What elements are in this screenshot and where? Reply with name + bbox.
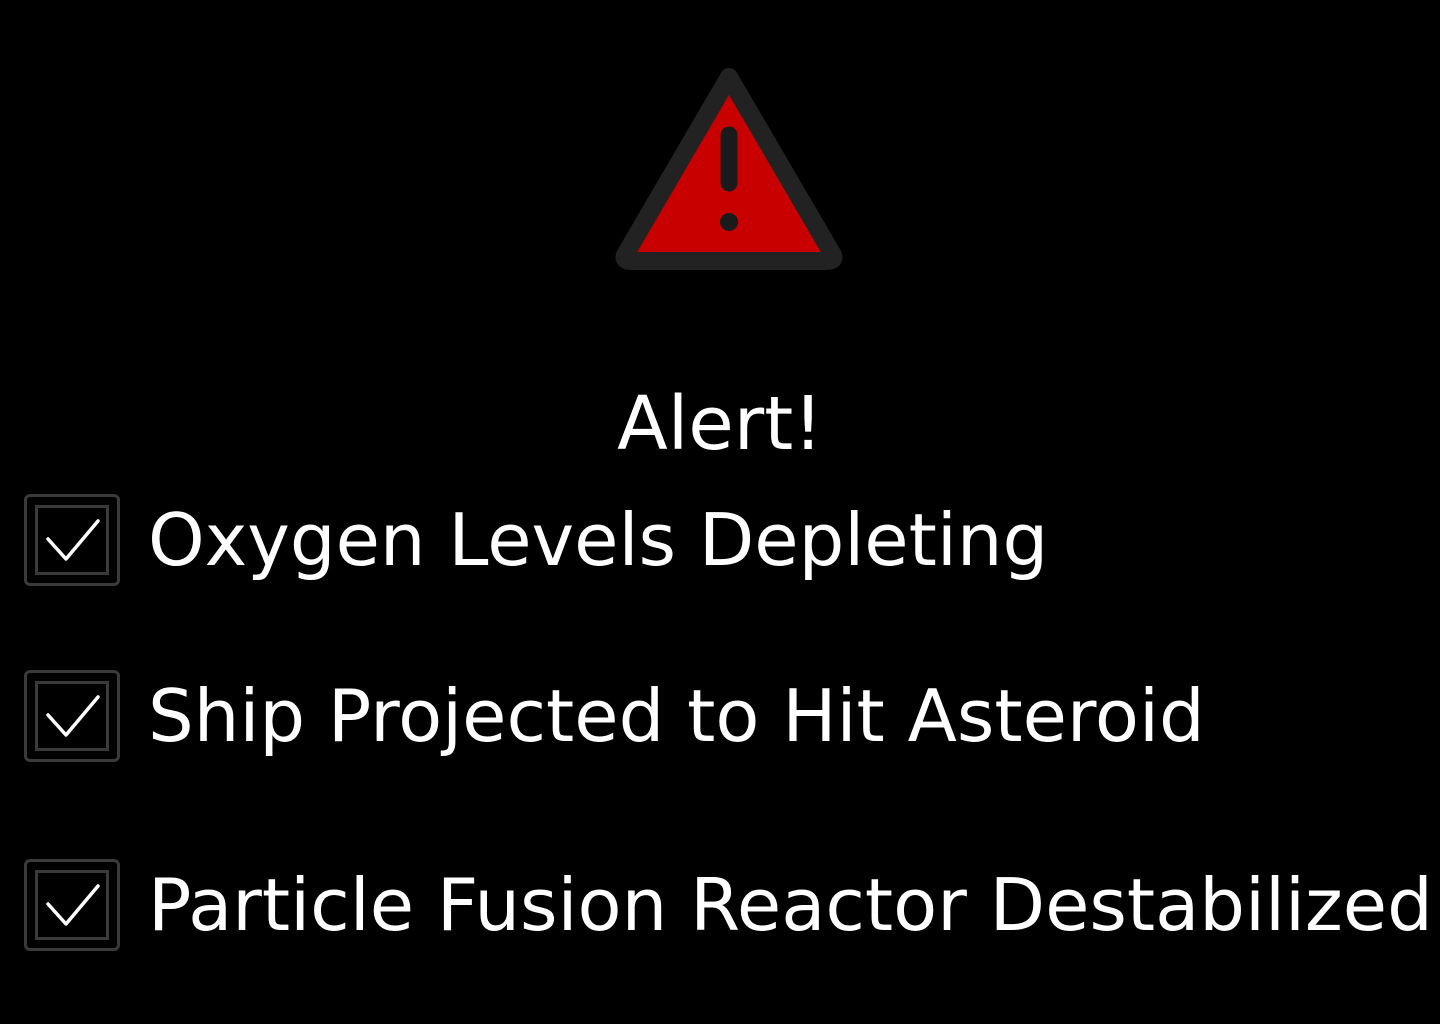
alert-item-reactor[interactable]: Particle Fusion Reactor Destabilized	[24, 859, 1433, 951]
checkbox-inner	[35, 505, 109, 575]
alert-label-asteroid: Ship Projected to Hit Asteroid	[148, 674, 1205, 758]
checkmark-icon	[46, 884, 100, 926]
checkbox-inner	[35, 870, 109, 940]
checkbox-oxygen[interactable]	[24, 494, 120, 586]
alert-item-oxygen[interactable]: Oxygen Levels Depleting	[24, 494, 1048, 586]
checkmark-icon	[46, 519, 100, 561]
checkbox-reactor[interactable]	[24, 859, 120, 951]
alert-label-reactor: Particle Fusion Reactor Destabilized	[148, 863, 1433, 947]
checkbox-asteroid[interactable]	[24, 670, 120, 762]
checkmark-icon	[46, 695, 100, 737]
alert-label-oxygen: Oxygen Levels Depleting	[148, 498, 1049, 582]
checkbox-inner	[35, 681, 109, 751]
alert-item-asteroid[interactable]: Ship Projected to Hit Asteroid	[24, 670, 1205, 762]
alert-list: Oxygen Levels Depleting Ship Projected t…	[0, 0, 1440, 1024]
